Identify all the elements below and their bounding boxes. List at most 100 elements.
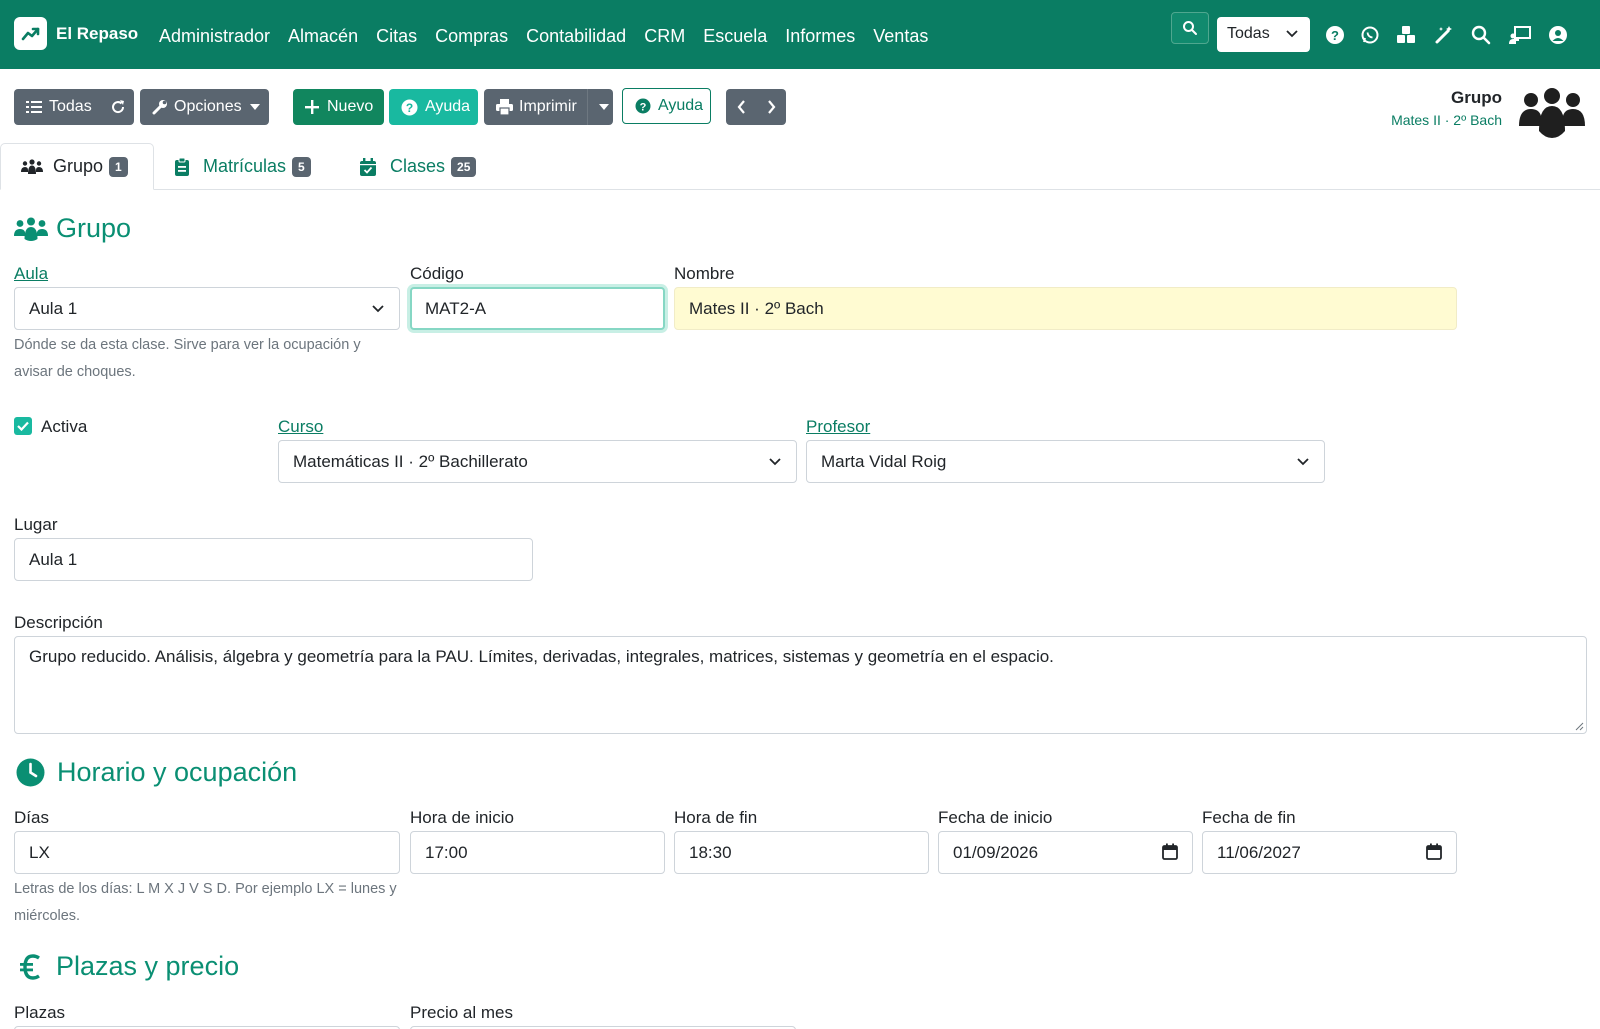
help-button[interactable]: ? Ayuda	[389, 89, 478, 125]
search-icon	[1183, 21, 1197, 35]
print-button[interactable]: Imprimir	[484, 89, 613, 125]
dias-help: Letras de los días: L M X J V S D. Por e…	[14, 881, 397, 924]
aula-select[interactable]: Aula 1	[14, 287, 400, 330]
nombre-value: Mates II · 2º Bach	[689, 299, 824, 318]
tab-clases-label: Clases	[390, 156, 446, 176]
menu-item-contabilidad[interactable]: Contabilidad	[526, 26, 626, 47]
svg-text:?: ?	[640, 102, 647, 114]
users-icon	[1517, 86, 1587, 143]
nav-search-button[interactable]	[1171, 12, 1209, 44]
chalkboard-teacher-icon[interactable]	[1509, 24, 1531, 46]
list-all-label: Todas	[49, 98, 92, 115]
nombre-input[interactable]: Mates II · 2º Bach	[674, 287, 1457, 330]
tab-grupo-label: Grupo	[53, 156, 104, 176]
calendar-icon[interactable]	[1426, 843, 1442, 860]
whatsapp-icon[interactable]	[1359, 24, 1381, 46]
refresh-icon[interactable]	[110, 99, 126, 115]
plazas-label: Plazas	[14, 1003, 66, 1022]
section-plazas-label: Plazas y precio	[56, 951, 240, 981]
fecha-fin-input[interactable]: 11/06/2027	[1202, 831, 1457, 874]
resize-handle-icon[interactable]	[1575, 722, 1584, 731]
menu-item-compras[interactable]: Compras	[435, 26, 508, 47]
scope-select-value: Todas	[1227, 25, 1270, 42]
check-icon	[17, 421, 29, 431]
users-icon	[21, 158, 43, 174]
new-label: Nuevo	[327, 98, 374, 115]
previous-record-button[interactable]	[726, 89, 756, 125]
brand[interactable]: El Repaso	[14, 17, 138, 50]
aula-value: Aula 1	[29, 299, 78, 318]
hora-inicio-label: Hora de inicio	[410, 808, 514, 827]
section-grupo-label: Grupo	[56, 213, 132, 243]
section-plazas-title: Plazas y precio	[20, 951, 239, 982]
menu-item-citas[interactable]: Citas	[376, 26, 417, 47]
question-circle-icon: ?	[401, 99, 418, 115]
activa-checkbox[interactable]	[14, 417, 32, 435]
record-pager	[726, 89, 786, 125]
menu-item-administrador[interactable]: Administrador	[159, 26, 270, 47]
section-horario-label: Horario y ocupación	[57, 757, 298, 787]
caret-down-icon	[249, 104, 260, 110]
activa-label[interactable]: Activa	[41, 417, 87, 437]
aula-label[interactable]: Aula	[14, 264, 48, 284]
menu-item-informes[interactable]: Informes	[785, 26, 855, 47]
hora-fin-value: 18:30	[689, 843, 732, 862]
tab-clases-count: 25	[451, 156, 477, 177]
tab-clases[interactable]: Clases 25	[360, 143, 477, 190]
question-circle-icon: ?	[635, 98, 651, 114]
precio-mes-label: Precio al mes	[410, 1003, 513, 1022]
search-icon[interactable]	[1470, 24, 1492, 46]
descripcion-textarea[interactable]: Grupo reducido. Análisis, álgebra y geom…	[14, 636, 1587, 734]
help-outline-button[interactable]: ? Ayuda	[622, 88, 711, 124]
curso-label[interactable]: Curso	[278, 417, 323, 437]
lugar-input[interactable]: Aula 1	[14, 538, 533, 581]
dias-label: Días	[14, 808, 49, 827]
calendar-check-icon	[360, 157, 376, 176]
users-icon	[14, 217, 48, 241]
clock-icon	[16, 758, 45, 787]
chevron-down-icon	[372, 305, 384, 313]
hora-fin-label: Hora de fin	[674, 808, 758, 827]
help-icon[interactable]: ?	[1324, 24, 1346, 46]
menu-item-crm[interactable]: CRM	[644, 26, 685, 47]
codigo-input[interactable]: MAT2-A	[410, 287, 665, 330]
cubes-icon[interactable]	[1395, 24, 1417, 46]
magic-wand-icon[interactable]	[1433, 24, 1455, 46]
menu-item-ventas[interactable]: Ventas	[873, 26, 928, 47]
curso-select[interactable]: Matemáticas II · 2º Bachillerato	[278, 440, 797, 483]
next-record-button[interactable]	[756, 89, 786, 125]
profesor-select[interactable]: Marta Vidal Roig	[806, 440, 1325, 483]
chevron-down-icon	[1297, 458, 1309, 466]
list-all-button[interactable]: Todas	[14, 89, 134, 125]
main-menu: Administrador Almacén Citas Compras Cont…	[159, 26, 946, 47]
options-label: Opciones	[174, 98, 242, 115]
calendar-icon[interactable]	[1162, 843, 1178, 860]
fecha-inicio-input[interactable]: 01/09/2026	[938, 831, 1193, 874]
list-icon	[26, 101, 42, 113]
chevron-left-icon	[737, 100, 745, 114]
svg-text:?: ?	[1331, 28, 1339, 43]
fecha-fin-value: 11/06/2027	[1217, 843, 1301, 862]
hora-fin-input[interactable]: 18:30	[674, 831, 929, 874]
menu-item-almacen[interactable]: Almacén	[288, 26, 358, 47]
options-button[interactable]: Opciones	[140, 89, 269, 125]
profesor-value: Marta Vidal Roig	[821, 452, 947, 471]
menu-item-escuela[interactable]: Escuela	[703, 26, 767, 47]
dias-input[interactable]: LX	[14, 831, 400, 874]
section-grupo-title: Grupo	[14, 213, 131, 244]
aula-help: Dónde se da esta clase. Sirve para ver l…	[14, 337, 361, 380]
hora-inicio-input[interactable]: 17:00	[410, 831, 665, 874]
new-button[interactable]: Nuevo	[293, 89, 384, 125]
tab-grupo[interactable]: Grupo 1	[0, 143, 154, 190]
profesor-label[interactable]: Profesor	[806, 417, 870, 437]
user-circle-icon[interactable]	[1547, 24, 1569, 46]
chart-line-icon	[14, 17, 47, 50]
nombre-label: Nombre	[674, 264, 735, 283]
scope-select[interactable]: Todas	[1217, 17, 1310, 52]
tab-matriculas[interactable]: Matrículas 5	[175, 143, 311, 190]
dias-value: LX	[29, 843, 50, 862]
curso-value: Matemáticas II · 2º Bachillerato	[293, 452, 528, 471]
print-dropdown-toggle[interactable]	[586, 89, 619, 125]
codigo-value: MAT2-A	[425, 299, 487, 318]
help-outline-label: Ayuda	[658, 97, 704, 114]
